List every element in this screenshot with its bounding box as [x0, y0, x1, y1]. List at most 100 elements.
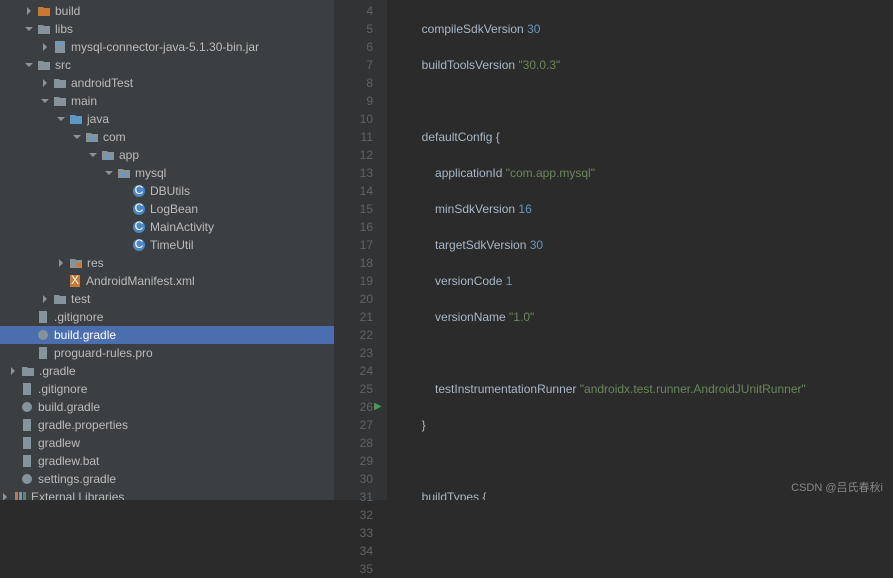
jar-icon — [53, 40, 67, 54]
run-gutter-icon[interactable]: ▶ — [374, 398, 382, 416]
folder-icon — [37, 4, 51, 18]
file-icon — [36, 346, 50, 360]
tree-label: app — [119, 148, 139, 162]
tree-item-libs[interactable]: libs — [0, 20, 334, 38]
folder-icon — [69, 256, 83, 270]
svg-text:C: C — [135, 184, 144, 197]
folder-icon — [53, 94, 67, 108]
tree-item-settings[interactable]: settings.gradle — [0, 470, 334, 488]
tree-label: LogBean — [150, 202, 198, 216]
svg-text:C: C — [135, 220, 144, 233]
chevron-down-icon — [72, 132, 82, 142]
tree-item-dbutils[interactable]: C DBUtils — [0, 182, 334, 200]
tree-label: gradle.properties — [38, 418, 128, 432]
code-content[interactable]: compileSdkVersion 30 buildToolsVersion "… — [387, 0, 893, 500]
chevron-down-icon — [56, 114, 66, 124]
tree-item-gradlew[interactable]: gradlew — [0, 434, 334, 452]
class-icon: C — [132, 238, 146, 252]
tree-item-timeutil[interactable]: C TimeUtil — [0, 236, 334, 254]
code-editor[interactable]: 45678910111213141516171819202122232425▶2… — [335, 0, 893, 500]
tree-item-manifest[interactable]: X AndroidManifest.xml — [0, 272, 334, 290]
tree-item-gitignore[interactable]: .gitignore — [0, 308, 334, 326]
chevron-right-icon — [8, 366, 18, 376]
tree-item-jar[interactable]: mysql-connector-java-5.1.30-bin.jar — [0, 38, 334, 56]
tree-item-java[interactable]: java — [0, 110, 334, 128]
tree-item-gradle[interactable]: .gradle — [0, 362, 334, 380]
folder-icon — [37, 58, 51, 72]
tree-label: settings.gradle — [38, 472, 116, 486]
package-icon — [117, 166, 131, 180]
file-icon — [20, 382, 34, 396]
tree-label: .gitignore — [54, 310, 103, 324]
tree-item-gitignore2[interactable]: .gitignore — [0, 380, 334, 398]
tree-label: TimeUtil — [150, 238, 194, 252]
xml-icon: X — [68, 274, 82, 288]
file-icon — [20, 436, 34, 450]
tree-item-main[interactable]: main — [0, 92, 334, 110]
tree-label: androidTest — [71, 76, 133, 90]
chevron-down-icon — [24, 60, 34, 70]
chevron-right-icon — [40, 294, 50, 304]
tree-label: src — [55, 58, 71, 72]
tree-item-mainactivity[interactable]: C MainActivity — [0, 218, 334, 236]
tree-label: main — [71, 94, 97, 108]
chevron-down-icon — [24, 24, 34, 34]
tree-item-src[interactable]: src — [0, 56, 334, 74]
tree-item-proguard[interactable]: proguard-rules.pro — [0, 344, 334, 362]
tree-item-mysql[interactable]: mysql — [0, 164, 334, 182]
package-icon — [101, 148, 115, 162]
gradle-icon — [20, 472, 34, 486]
tree-item-buildgradle2[interactable]: build.gradle — [0, 398, 334, 416]
tree-label: gradlew — [38, 436, 80, 450]
tree-label: .gradle — [39, 364, 76, 378]
svg-text:X: X — [71, 274, 79, 287]
tree-item-external-libraries[interactable]: External Libraries — [0, 488, 334, 500]
tree-label: mysql-connector-java-5.1.30-bin.jar — [71, 40, 259, 54]
library-icon — [13, 490, 27, 500]
tree-item-androidtest[interactable]: androidTest — [0, 74, 334, 92]
tree-label: res — [87, 256, 104, 270]
package-icon — [85, 130, 99, 144]
file-icon — [36, 310, 50, 324]
tree-item-buildgradle[interactable]: build.gradle — [0, 326, 334, 344]
folder-icon — [53, 76, 67, 90]
tree-label: build — [55, 4, 80, 18]
chevron-down-icon — [88, 150, 98, 160]
svg-text:C: C — [135, 238, 144, 251]
tree-label: test — [71, 292, 90, 306]
tree-item-app[interactable]: app — [0, 146, 334, 164]
tree-label: build.gradle — [38, 400, 100, 414]
class-icon: C — [132, 202, 146, 216]
tree-label: java — [87, 112, 109, 126]
class-icon: C — [132, 220, 146, 234]
chevron-down-icon — [104, 168, 114, 178]
chevron-right-icon — [24, 6, 34, 16]
tree-label: AndroidManifest.xml — [86, 274, 195, 288]
chevron-right-icon — [40, 78, 50, 88]
tree-item-logbean[interactable]: C LogBean — [0, 200, 334, 218]
tree-item-gradleprops[interactable]: gradle.properties — [0, 416, 334, 434]
svg-text:C: C — [135, 202, 144, 215]
tree-label: mysql — [135, 166, 166, 180]
gradle-icon — [36, 328, 50, 342]
folder-icon — [69, 112, 83, 126]
class-icon: C — [132, 184, 146, 198]
chevron-right-icon — [0, 492, 10, 500]
watermark: CSDN @吕氏春秋i — [791, 479, 883, 495]
tree-label: gradlew.bat — [38, 454, 99, 468]
tree-label: libs — [55, 22, 73, 36]
tree-label: proguard-rules.pro — [54, 346, 153, 360]
tree-item-com[interactable]: com — [0, 128, 334, 146]
tree-item-gradlewbat[interactable]: gradlew.bat — [0, 452, 334, 470]
tree-label: DBUtils — [150, 184, 190, 198]
folder-icon — [53, 292, 67, 306]
tree-item-build[interactable]: build — [0, 2, 334, 20]
tree-item-res[interactable]: res — [0, 254, 334, 272]
tree-label: MainActivity — [150, 220, 214, 234]
tree-label: External Libraries — [31, 490, 124, 500]
chevron-down-icon — [40, 96, 50, 106]
tree-item-test[interactable]: test — [0, 290, 334, 308]
tree-label: build.gradle — [54, 328, 116, 342]
project-tree[interactable]: build libs mysql-connector-java-5.1.30-b… — [0, 0, 335, 500]
file-icon — [20, 454, 34, 468]
